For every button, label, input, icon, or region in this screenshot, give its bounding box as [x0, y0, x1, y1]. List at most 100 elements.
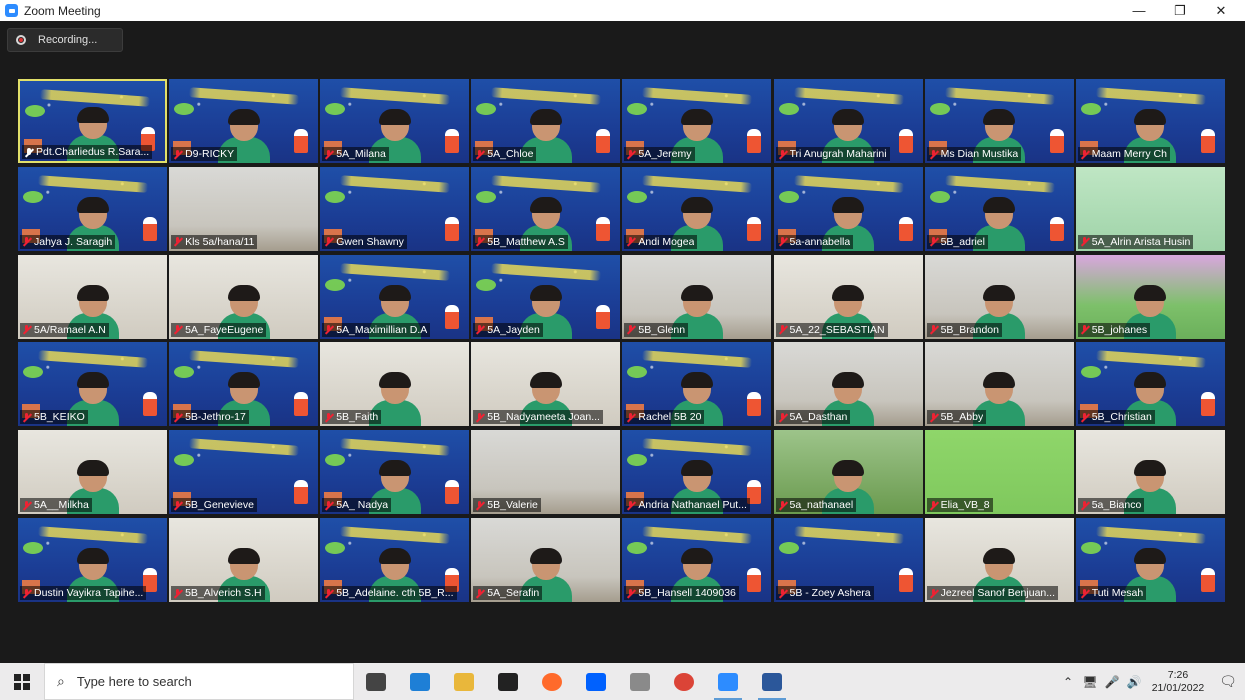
virtual-background-banner-text	[944, 174, 1055, 193]
participant-tile[interactable]: 5B_Hansell 1409036	[622, 518, 772, 602]
participant-name: Maam Merry Ch	[1091, 148, 1167, 160]
participant-tile[interactable]: 5B_Glenn	[622, 254, 772, 339]
muted-mic-icon	[173, 500, 182, 510]
windows-logo-icon	[14, 673, 30, 690]
participant-tile[interactable]: 5A_FayeEugene	[169, 254, 319, 339]
participant-tile[interactable]: 5A_Milana	[320, 79, 470, 163]
notification-center-icon[interactable]: 🗨	[1211, 673, 1245, 690]
participant-tile[interactable]: Tri Anugrah Maharini	[773, 79, 923, 163]
edge-taskbar-button[interactable]	[398, 663, 442, 700]
firefox-taskbar-button[interactable]	[530, 663, 574, 700]
participant-tile[interactable]: D9-RICKY	[169, 79, 319, 163]
participant-tile[interactable]: 5B - Zoey Ashera	[773, 518, 923, 602]
volume-icon[interactable]: 🔊	[1123, 675, 1145, 689]
task-view-taskbar-button[interactable]	[354, 663, 398, 700]
participant-name-label: Tri Anugrah Maharini	[775, 147, 890, 161]
participant-tile[interactable]: 5A_Alrin Arista Husin	[1075, 166, 1225, 251]
participant-tile[interactable]: Jahya J. Saragih	[18, 166, 167, 251]
participant-tile[interactable]: Tuti Mesah	[1075, 518, 1225, 602]
minimize-button[interactable]: —	[1117, 0, 1161, 21]
participant-tile[interactable]: 5A_ Nadya	[320, 430, 470, 515]
network-icon[interactable]: 🖥	[1079, 675, 1101, 689]
recording-indicator[interactable]: Recording...	[7, 28, 123, 52]
zoom-taskbar-button[interactable]	[706, 663, 750, 700]
participant-tile[interactable]: Jezreel Sanof Benjuan...	[924, 518, 1074, 602]
participant-name: Gwen Shawny	[336, 235, 404, 248]
participant-tile[interactable]: 5B_Valerie	[471, 430, 621, 515]
participant-tile[interactable]: 5A__Milkha	[18, 430, 167, 515]
participant-tile[interactable]: 5A_22_SEBASTIAN	[773, 254, 923, 339]
participant-name: 5A_Maximillian D.A	[336, 323, 428, 336]
muted-mic-icon	[173, 237, 182, 246]
participant-tile[interactable]: Dustin Vayikra Tapihe...	[18, 518, 167, 602]
participant-tile[interactable]: 5B-Jethro-17	[169, 342, 319, 427]
chrome-taskbar-button[interactable]	[662, 663, 706, 700]
participant-tile[interactable]: 5A_Dasthan	[773, 342, 923, 427]
participant-tile[interactable]: 5a_nathanael	[773, 430, 923, 515]
participant-tile[interactable]: 5A/Ramael A.N	[18, 254, 167, 339]
virtual-background-planet	[627, 190, 648, 203]
participant-tile[interactable]: 5B_Abby	[924, 342, 1074, 427]
microphone-icon[interactable]: 🎤	[1101, 675, 1123, 689]
participant-tile[interactable]: Andria Nathanael Put...	[622, 430, 772, 515]
participant-tile[interactable]: 5B_Nadyameeta Joan...	[471, 342, 621, 427]
muted-mic-icon	[1080, 500, 1089, 510]
muted-mic-icon	[475, 325, 484, 334]
participant-tile[interactable]: 5B_Brandon	[924, 254, 1074, 339]
participant-tile[interactable]: Gwen Shawny	[320, 166, 470, 251]
participant-name: Ms Dian Mustika	[940, 148, 1019, 160]
participant-tile[interactable]: 5B_Genevieve	[169, 430, 319, 515]
virtual-background-banner-text	[339, 438, 451, 457]
participant-name: Dustin Vayikra Tapihe...	[34, 587, 144, 599]
virtual-background-rocket	[445, 480, 460, 505]
participant-tile[interactable]: Andi Mogea	[622, 166, 772, 251]
participant-tile[interactable]: Kls 5a/hana/11	[169, 166, 319, 251]
virtual-background-planet	[1080, 103, 1101, 115]
muted-mic-icon	[626, 237, 635, 246]
participant-tile[interactable]: Elia_VB_8	[924, 430, 1074, 515]
participant-tile[interactable]: 5B_KEIKO	[18, 342, 167, 427]
participant-tile[interactable]: 5B_Alverich S.H	[169, 518, 319, 602]
start-button[interactable]	[0, 663, 44, 700]
participant-tile[interactable]: 5A_Serafin	[471, 518, 621, 602]
calculator-taskbar-button[interactable]	[618, 663, 662, 700]
muted-mic-icon	[778, 412, 787, 422]
participant-name: Pdt.Charliedus R.Sara...	[36, 146, 150, 158]
participant-tile[interactable]: Ms Dian Mustika	[924, 79, 1074, 163]
participant-tile[interactable]: 5A_Jeremy	[622, 79, 772, 163]
virtual-background-planet	[1080, 366, 1101, 379]
close-button[interactable]: ✕	[1199, 0, 1243, 21]
participant-name-label: Maam Merry Ch	[1077, 147, 1170, 161]
virtual-background-planet	[476, 103, 497, 115]
dropbox-taskbar-button[interactable]	[574, 663, 618, 700]
participant-name-label: 5A_22_SEBASTIAN	[775, 322, 888, 337]
participant-tile[interactable]: 5B_Christian	[1075, 342, 1225, 427]
virtual-background-planet	[476, 278, 497, 291]
restore-button[interactable]: ❐	[1158, 0, 1202, 21]
participant-tile[interactable]: 5B_adriel	[924, 166, 1074, 251]
show-hidden-icons-icon[interactable]: ⌃	[1057, 675, 1079, 689]
word-taskbar-button[interactable]	[750, 663, 794, 700]
participant-tile[interactable]: Maam Merry Ch	[1075, 79, 1225, 163]
participant-name-label: Rachel 5B 20	[624, 410, 705, 425]
virtual-background-banner-text	[37, 174, 149, 193]
virtual-background-banner-text	[491, 174, 602, 193]
participant-tile[interactable]: 5B_Faith	[320, 342, 470, 427]
participant-tile[interactable]: 5A_Jayden	[471, 254, 621, 339]
participant-tile[interactable]: 5A_Chloe	[471, 79, 621, 163]
participant-tile[interactable]: 5a-annabella	[773, 166, 923, 251]
clock[interactable]: 7:26 21/01/2022	[1145, 669, 1211, 695]
participant-tile[interactable]: Rachel 5B 20	[622, 342, 772, 427]
participant-tile[interactable]: 5B_Adelaine. cth 5B_R...	[320, 518, 470, 602]
participant-tile[interactable]: 5A_Maximillian D.A	[320, 254, 470, 339]
participant-tile[interactable]: 5a_Bianco	[1075, 430, 1225, 515]
virtual-background-banner-text	[642, 438, 753, 457]
clock-time: 7:26	[1167, 668, 1189, 681]
taskbar-search-input[interactable]: ⌕ Type here to search	[44, 663, 354, 700]
participant-tile[interactable]: 5B_Matthew A.S	[471, 166, 621, 251]
participant-tile[interactable]: Pdt.Charliedus R.Sara...	[18, 79, 167, 163]
participant-tile[interactable]: 5B_johanes	[1075, 254, 1225, 339]
mail-taskbar-button[interactable]	[486, 663, 530, 700]
file-explorer-taskbar-button[interactable]	[442, 663, 486, 700]
participant-name: 5B_Faith	[336, 411, 379, 424]
